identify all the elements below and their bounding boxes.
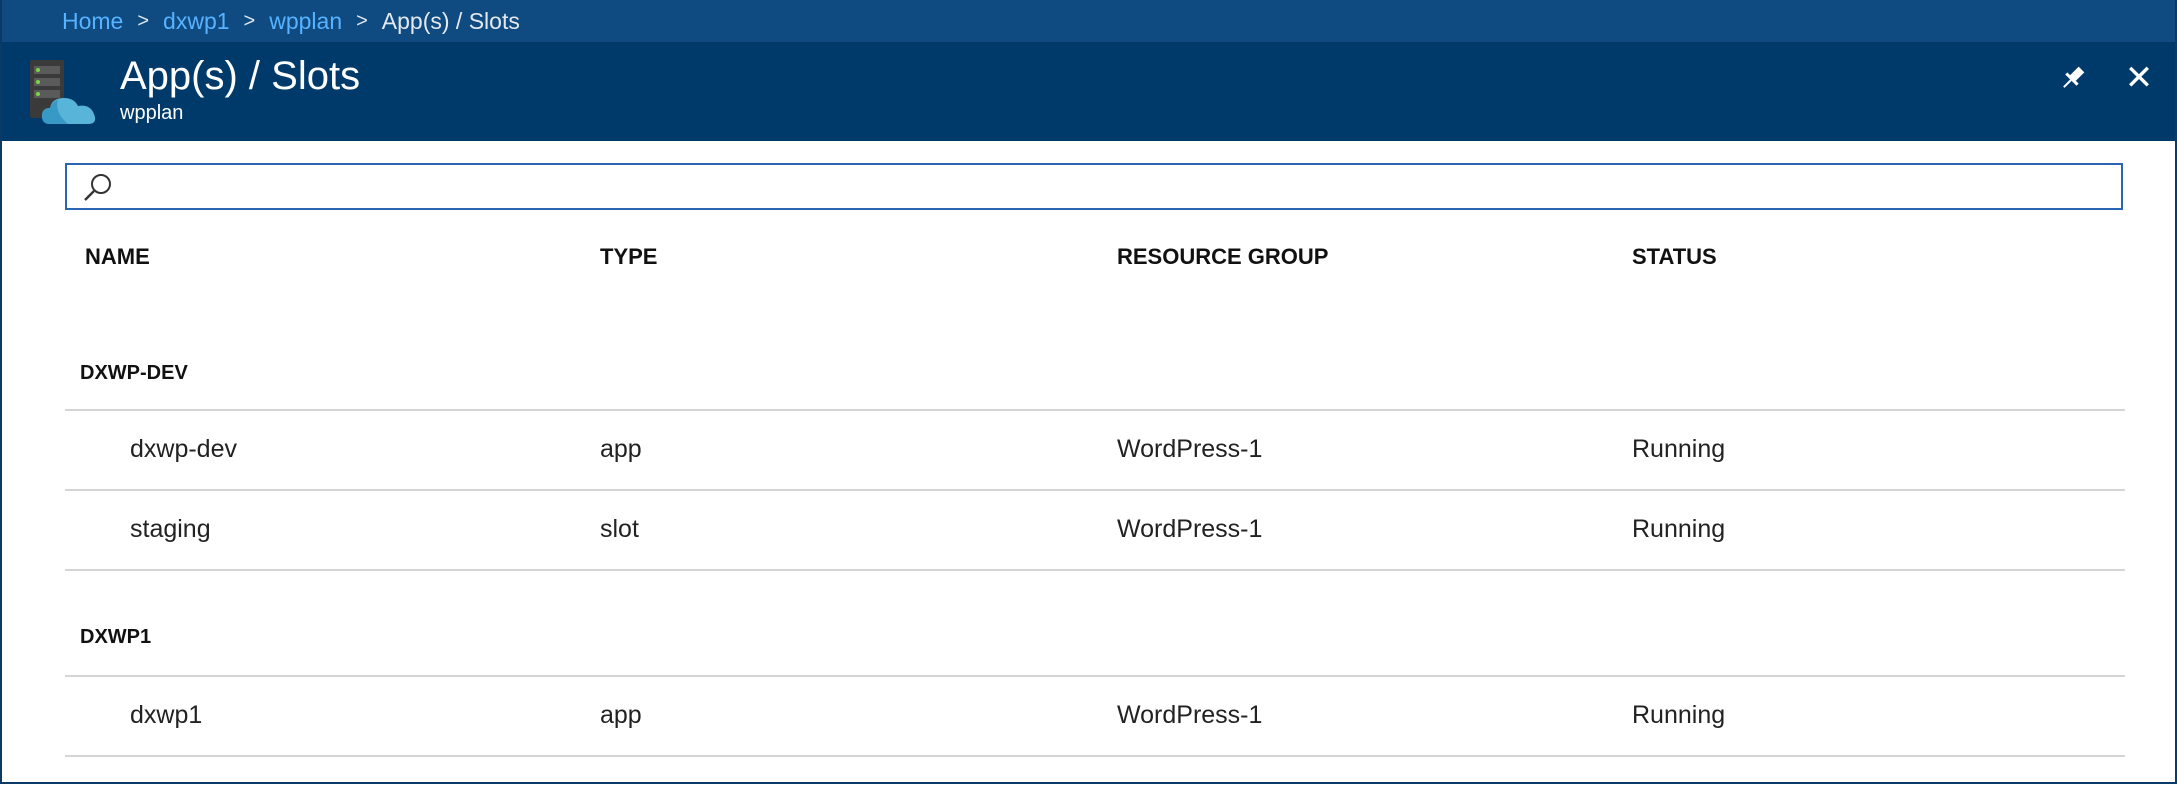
- search-input[interactable]: [123, 169, 2111, 206]
- blade-header: App(s) / Slots wpplan ✕: [2, 42, 2175, 141]
- breadcrumb: Home > dxwp1 > wpplan > App(s) / Slots: [2, 0, 2175, 42]
- page-subtitle: wpplan: [120, 102, 184, 124]
- table-row[interactable]: dxwp-dev app WordPress-1 Running: [65, 411, 2125, 491]
- cell-type: slot: [600, 515, 639, 543]
- cell-status: Running: [1632, 435, 1726, 463]
- column-header-type[interactable]: TYPE: [600, 244, 657, 270]
- page-title: App(s) / Slots: [120, 54, 361, 98]
- table-row[interactable]: dxwp1 app WordPress-1 Running: [65, 677, 2125, 757]
- column-header-status[interactable]: STATUS: [1632, 244, 1717, 270]
- cell-status: Running: [1632, 515, 1726, 543]
- search-icon: [84, 174, 111, 201]
- close-icon: ✕: [2124, 58, 2154, 98]
- breadcrumb-separator: >: [356, 9, 368, 32]
- breadcrumb-wpplan[interactable]: wpplan: [269, 8, 342, 35]
- close-button[interactable]: ✕: [2117, 56, 2161, 100]
- cell-resource-group: WordPress-1: [1117, 701, 1263, 729]
- breadcrumb-separator: >: [243, 9, 256, 32]
- cell-type: app: [600, 435, 642, 463]
- cell-resource-group: WordPress-1: [1117, 515, 1263, 543]
- breadcrumb-current: App(s) / Slots: [381, 7, 520, 34]
- breadcrumb-dxwp1[interactable]: dxwp1: [163, 8, 229, 35]
- breadcrumb-home[interactable]: Home: [62, 8, 123, 35]
- blade: Home > dxwp1 > wpplan > App(s) / Slots A…: [0, 0, 2177, 784]
- cell-name: dxwp-dev: [130, 435, 237, 463]
- breadcrumb-separator: >: [137, 9, 150, 32]
- group-label: DXWP1: [80, 626, 152, 648]
- column-header-resource-group[interactable]: RESOURCE GROUP: [1117, 244, 1328, 270]
- cell-resource-group: WordPress-1: [1117, 435, 1263, 463]
- app-service-plan-icon: [30, 60, 96, 124]
- pin-icon: [2063, 66, 2085, 88]
- cell-type: app: [600, 701, 642, 729]
- group-label: DXWP-DEV: [80, 362, 188, 384]
- cell-status: Running: [1632, 701, 1726, 729]
- search-box[interactable]: [65, 163, 2123, 210]
- column-header-name[interactable]: NAME: [85, 244, 150, 270]
- table-row[interactable]: staging slot WordPress-1 Running: [65, 491, 2125, 571]
- cell-name: dxwp1: [130, 701, 203, 729]
- pin-button[interactable]: [2053, 58, 2093, 98]
- cell-name: staging: [130, 515, 211, 543]
